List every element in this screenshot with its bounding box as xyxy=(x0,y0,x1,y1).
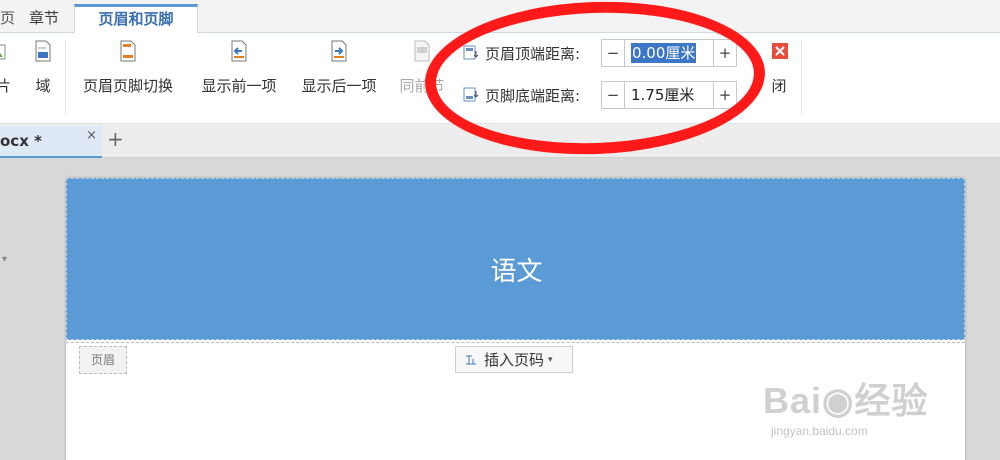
document-tab-name: ocx * xyxy=(0,132,42,150)
header-top-distance-value: 0.00厘米 xyxy=(631,43,697,63)
header-top-distance-input[interactable]: 0.00厘米 xyxy=(624,40,714,66)
footer-bottom-distance-spinner: − 1.75厘米 + xyxy=(601,81,737,109)
tab-page-clipped[interactable]: 页 xyxy=(0,4,15,33)
new-tab-button[interactable]: + xyxy=(107,127,124,151)
chevron-down-icon[interactable]: ▾ xyxy=(2,254,7,265)
same-as-previous-icon xyxy=(414,40,430,62)
picture-label: 片 xyxy=(0,77,12,95)
footer-distance-increase-button[interactable]: + xyxy=(714,82,736,108)
same-as-previous-label: 同前节 xyxy=(399,77,445,95)
picture-button[interactable]: 片 xyxy=(0,39,12,109)
show-previous-label: 显示前一项 xyxy=(201,77,277,95)
chevron-down-icon: ▾ xyxy=(548,354,553,365)
document-page: 语文 页眉 插入页码 ▾ xyxy=(66,178,965,460)
show-next-button[interactable]: 显示后一项 xyxy=(293,39,385,109)
same-as-previous-button[interactable]: 同前节 xyxy=(394,39,450,109)
ribbon-divider xyxy=(65,41,66,115)
page-number-icon xyxy=(466,355,476,364)
tab-chapter[interactable]: 章节 xyxy=(18,4,70,33)
header-area[interactable]: 语文 xyxy=(66,178,965,340)
switch-header-footer-button[interactable]: 页眉页脚切换 xyxy=(74,39,182,109)
insert-page-number-button[interactable]: 插入页码 ▾ xyxy=(455,346,573,373)
footer-bottom-distance-label: 页脚底端距离: xyxy=(485,86,581,105)
close-label: 闭 xyxy=(771,77,787,95)
field-icon xyxy=(35,40,51,62)
header-distance-icon xyxy=(463,45,479,60)
header-top-distance-spinner: − 0.00厘米 + xyxy=(601,39,737,67)
picture-icon xyxy=(0,44,6,60)
insert-page-number-label: 插入页码 xyxy=(484,351,545,369)
header-tag: 页眉 xyxy=(79,346,127,374)
header-top-distance-row: 页眉顶端距离: − 0.00厘米 + xyxy=(463,39,737,67)
header-text[interactable]: 语文 xyxy=(67,251,966,288)
header-distance-decrease-button[interactable]: − xyxy=(602,40,624,66)
field-label: 域 xyxy=(35,77,51,95)
footer-bottom-distance-input[interactable]: 1.75厘米 xyxy=(624,82,714,108)
document-tab[interactable]: ocx * × xyxy=(0,126,102,158)
show-previous-icon xyxy=(231,40,247,62)
close-tab-icon[interactable]: × xyxy=(86,128,97,143)
close-header-footer-button[interactable]: 闭 xyxy=(764,39,794,109)
footer-bottom-distance-row: 页脚底端距离: − 1.75厘米 + xyxy=(463,81,737,109)
tab-header-footer[interactable]: 页眉和页脚 xyxy=(74,4,198,34)
field-button[interactable]: 域 xyxy=(28,39,58,109)
ribbon-tab-strip: 页 章节 页眉和页脚 xyxy=(0,0,1000,34)
header-top-distance-label: 页眉顶端距离: xyxy=(485,44,581,63)
show-next-icon xyxy=(331,40,347,62)
footer-distance-decrease-button[interactable]: − xyxy=(602,82,624,108)
header-boundary-line xyxy=(66,342,965,343)
close-icon xyxy=(772,43,788,59)
footer-distance-icon xyxy=(463,87,479,102)
switch-header-footer-label: 页眉页脚切换 xyxy=(82,77,173,95)
document-workspace: ▾ 语文 页眉 插入页码 ▾ xyxy=(0,158,1000,460)
show-previous-button[interactable]: 显示前一项 xyxy=(193,39,285,109)
ribbon-panel: 片 域 页眉页脚切换 显示前一项 显示后一项 同前节 页眉顶端距离: − 0.0… xyxy=(0,33,1000,124)
ribbon-divider xyxy=(801,41,802,115)
show-next-label: 显示后一项 xyxy=(301,77,377,95)
switch-header-footer-icon xyxy=(120,40,136,62)
document-tab-bar: ocx * × + xyxy=(0,124,1000,158)
header-distance-increase-button[interactable]: + xyxy=(714,40,736,66)
